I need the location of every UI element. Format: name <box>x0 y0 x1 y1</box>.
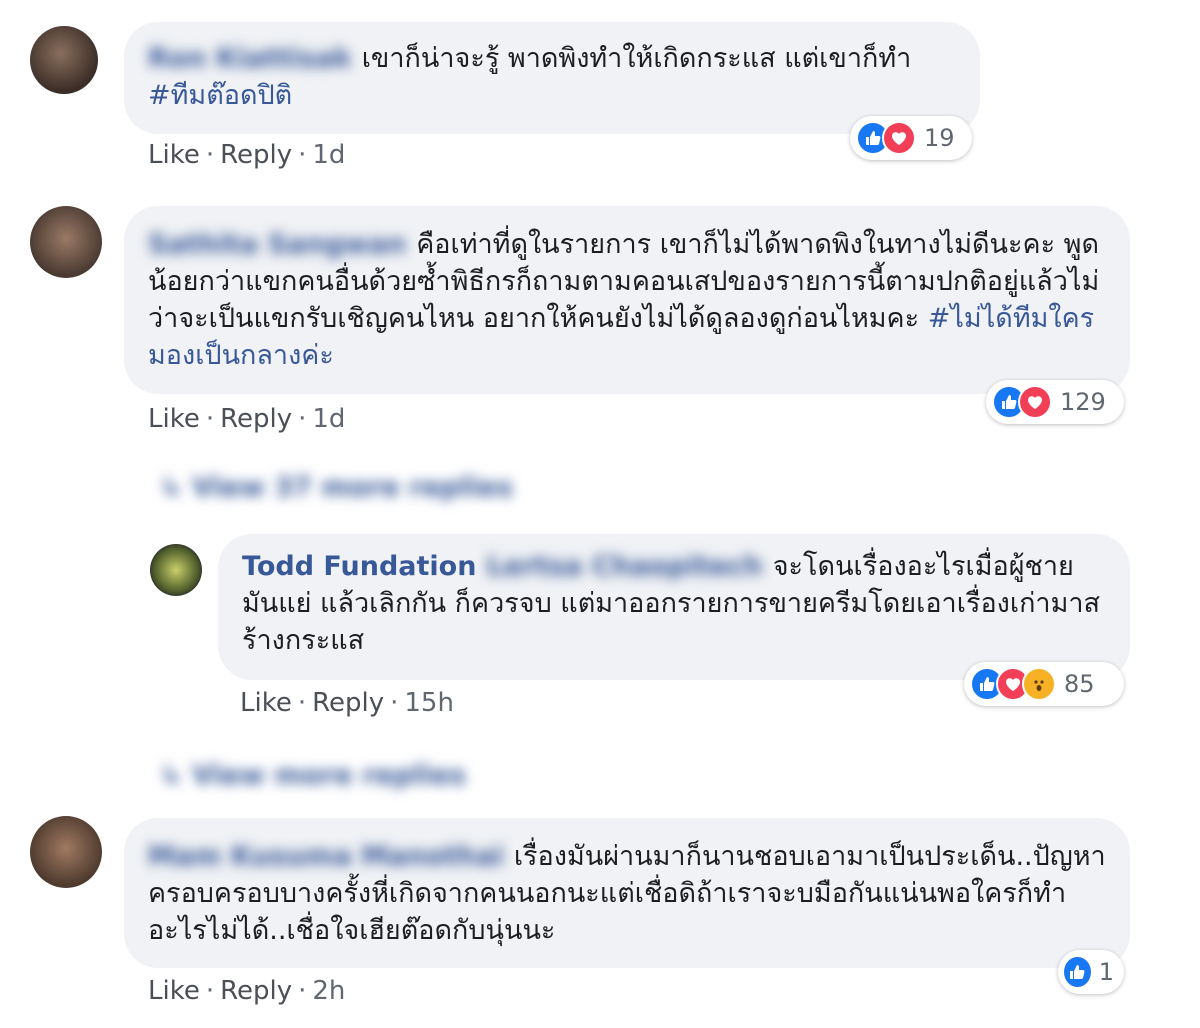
tagged-user[interactable]: Lertsa Chaopitech <box>486 551 762 582</box>
view-more-label: View 37 more replies <box>192 472 513 503</box>
commenter-name[interactable]: Mam Kusuma Manothai <box>148 841 504 872</box>
comment-text: เขาก็น่าจะรู้ พาดพิงทำให้เกิดกระแส แต่เข… <box>361 43 912 74</box>
reaction-count: 19 <box>924 124 955 152</box>
reply-button[interactable]: Reply <box>220 404 292 434</box>
avatar[interactable] <box>150 544 202 596</box>
comment-actions: Like · Reply · 1d <box>148 140 345 170</box>
reaction-summary[interactable]: 19 <box>850 116 972 160</box>
view-more-label: View more replies <box>192 760 466 791</box>
separator: · <box>390 688 399 718</box>
reaction-count: 1 <box>1098 958 1114 986</box>
love-reaction-icon <box>1018 385 1052 419</box>
comment-bubble: Ron Kiattisak เขาก็น่าจะรู้ พาดพิงทำให้เก… <box>124 22 980 134</box>
reaction-summary[interactable]: 85 <box>964 662 1124 706</box>
reaction-count: 85 <box>1064 670 1095 698</box>
separator: · <box>205 976 215 1006</box>
reaction-summary[interactable]: 1 <box>1058 950 1124 994</box>
comment-actions: Like · Reply · 2h <box>148 976 345 1006</box>
reaction-summary[interactable]: 129 <box>986 380 1124 424</box>
separator: · <box>298 404 307 434</box>
commenter-name[interactable]: Ron Kiattisak <box>148 43 352 74</box>
reply-button[interactable]: Reply <box>220 140 292 170</box>
hashtag-link[interactable]: #ทีมต๊อดปิติ <box>148 80 292 111</box>
timestamp[interactable]: 1d <box>312 404 345 434</box>
like-button[interactable]: Like <box>240 688 292 718</box>
comment-actions: Like · Reply · 1d <box>148 404 345 434</box>
reply-arrow-icon: ↳ <box>160 760 183 791</box>
comment-bubble: Sathita Sangwan คือเท่าที่ดูในรายการ เขาก… <box>124 206 1130 394</box>
comment-bubble: Mam Kusuma Manothai เรื่องมันผ่านมาก็นานช… <box>124 818 1130 968</box>
love-reaction-icon <box>882 121 916 155</box>
like-button[interactable]: Like <box>148 976 200 1006</box>
separator: · <box>205 404 215 434</box>
view-more-replies-link[interactable]: ↳ View 37 more replies <box>160 472 513 503</box>
like-reaction-icon <box>1062 955 1093 989</box>
avatar[interactable] <box>30 26 98 94</box>
timestamp[interactable]: 2h <box>312 976 345 1006</box>
avatar[interactable] <box>30 206 102 278</box>
avatar[interactable] <box>30 816 102 888</box>
timestamp[interactable]: 15h <box>404 688 454 718</box>
view-more-replies-link[interactable]: ↳ View more replies <box>160 760 466 791</box>
reaction-count: 129 <box>1060 388 1106 416</box>
separator: · <box>297 688 307 718</box>
commenter-name[interactable]: Todd Fundation <box>242 551 476 582</box>
reply-button[interactable]: Reply <box>220 976 292 1006</box>
separator: · <box>205 140 215 170</box>
reply-bubble: Todd Fundation Lertsa Chaopitech จะโดนเรื่… <box>218 534 1130 680</box>
commenter-name[interactable]: Sathita Sangwan <box>148 229 406 260</box>
wow-reaction-icon <box>1022 667 1056 701</box>
separator: · <box>298 140 307 170</box>
timestamp[interactable]: 1d <box>312 140 345 170</box>
like-button[interactable]: Like <box>148 140 200 170</box>
like-button[interactable]: Like <box>148 404 200 434</box>
comment-actions: Like · Reply · 15h <box>240 688 454 718</box>
separator: · <box>298 976 307 1006</box>
reply-button[interactable]: Reply <box>312 688 384 718</box>
reply-arrow-icon: ↳ <box>160 472 183 503</box>
